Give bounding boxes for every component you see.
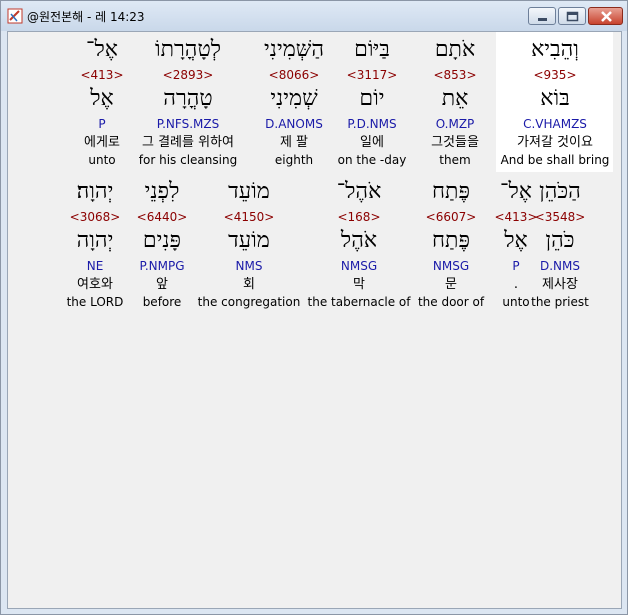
bible-app-icon[interactable] — [7, 8, 23, 24]
verse-view: וְהֵבִיא <935> בּוֹא C.VHAMZS 가져갈 것이요 An… — [7, 31, 622, 609]
strong-number[interactable]: <3068> — [35, 210, 155, 224]
korean-gloss: 막 — [353, 277, 365, 292]
lemma: אֹהֶל — [340, 228, 378, 253]
hebrew-word: אֹהֶל־ — [336, 179, 382, 204]
lemma: שְׁמִינִי — [270, 86, 318, 111]
minimize-icon — [538, 18, 547, 21]
maximize-icon — [566, 11, 579, 22]
korean-gloss: 에게로 — [84, 135, 120, 150]
maximize-button[interactable] — [558, 7, 586, 25]
parsing-code: P — [98, 117, 106, 131]
close-icon — [601, 11, 612, 22]
english-gloss: the LORD — [66, 295, 124, 309]
english-gloss: the tabernacle of — [307, 295, 411, 309]
app-window: @원전본해 - 레 14:23 וְהֵבִיא <935> בּוֹא C.V… — [0, 0, 628, 615]
strong-number[interactable]: <8066> — [234, 68, 354, 82]
strong-number[interactable]: <413> — [42, 68, 162, 82]
minimize-button[interactable] — [528, 7, 556, 25]
strong-number[interactable]: <168> — [299, 210, 419, 224]
korean-gloss: 제 팔 — [279, 135, 309, 150]
title-bar[interactable]: @원전본해 - 레 14:23 — [1, 1, 627, 31]
close-button[interactable] — [588, 7, 623, 25]
parsing-code: D.ANOMS — [265, 117, 323, 131]
english-gloss: eighth — [274, 153, 314, 167]
parsing-code: NMSG — [340, 259, 378, 273]
hebrew-word: הַשְּׁמִינִי — [264, 37, 324, 62]
korean-gloss: 여호와 — [77, 277, 113, 292]
parsing-code: NE — [86, 259, 104, 273]
lemma: אֶל — [90, 86, 114, 111]
english-gloss: unto — [88, 153, 116, 167]
hebrew-word: אֶל־ — [86, 37, 118, 62]
hebrew-word: יְהוָה׃ — [76, 179, 114, 204]
window-title: @원전본해 - 레 14:23 — [27, 10, 145, 24]
lemma: יְהוָה — [76, 228, 114, 253]
